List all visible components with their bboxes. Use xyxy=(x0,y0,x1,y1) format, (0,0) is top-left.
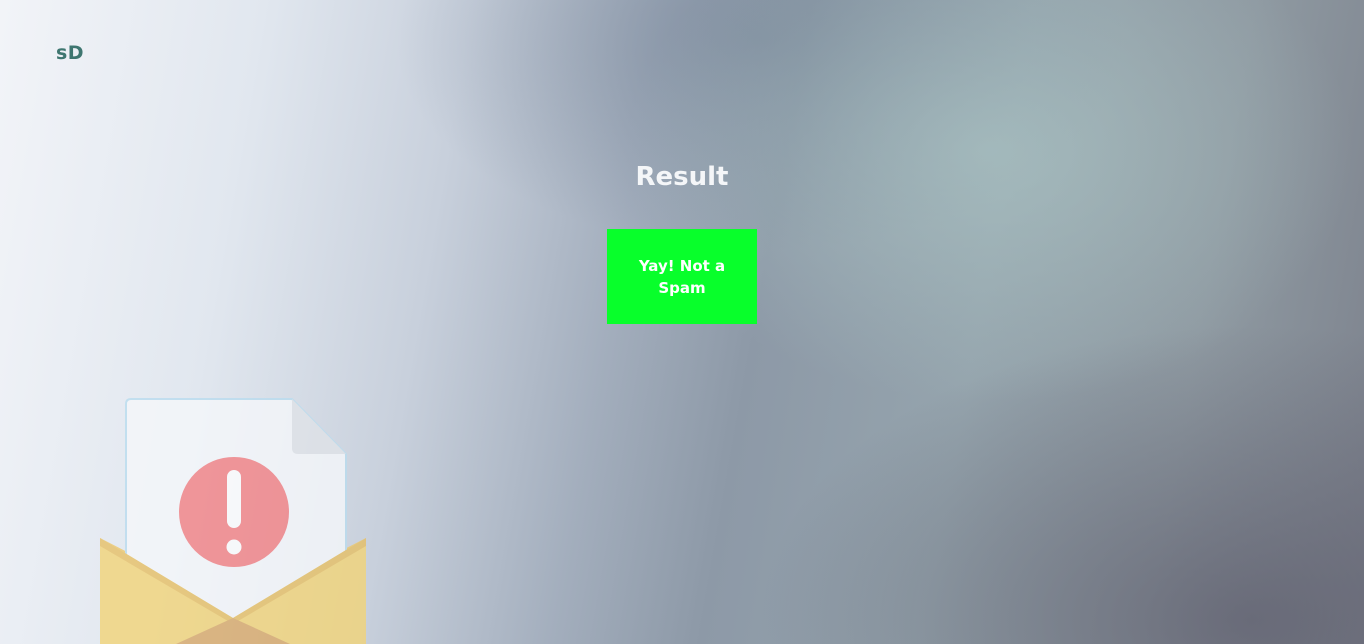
result-section: Result Yay! Not a Spam xyxy=(0,158,1364,324)
spam-alert-envelope-icon xyxy=(100,398,366,644)
result-verdict-text: Yay! Not a Spam xyxy=(638,256,726,297)
result-verdict-badge: Yay! Not a Spam xyxy=(607,229,757,324)
result-title: Result xyxy=(635,162,729,192)
brand-logo[interactable]: sD xyxy=(56,42,84,64)
